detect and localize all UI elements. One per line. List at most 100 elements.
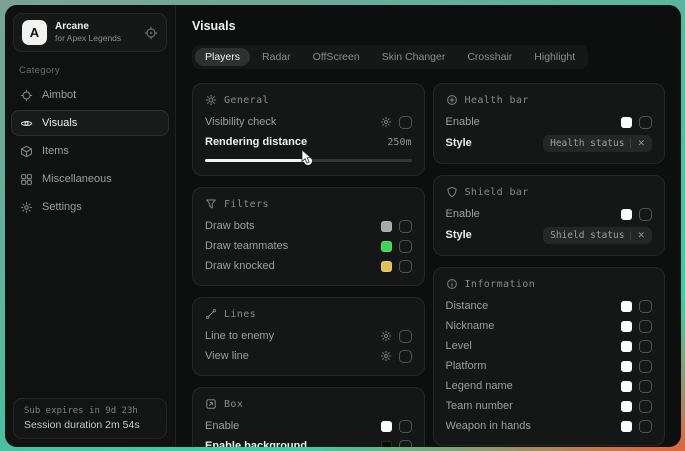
tab-radar[interactable]: Radar <box>252 48 301 66</box>
sidebar-item-miscellaneous[interactable]: Miscellaneous <box>11 166 169 192</box>
color-swatch-draw-knocked[interactable] <box>381 261 392 272</box>
row-controls <box>621 300 652 313</box>
row-settings-gear-icon[interactable] <box>380 350 392 362</box>
setting-label: Enable <box>446 116 480 128</box>
checkbox-line-to-enemy[interactable] <box>399 330 412 343</box>
setting-row-team-number: Team number <box>446 396 653 416</box>
color-swatch-team-number[interactable] <box>621 401 632 412</box>
checkbox-weapon-in-hands[interactable] <box>639 420 652 433</box>
setting-label: Legend name <box>446 380 513 392</box>
sub-expires-text: Sub expires in 9d 23h <box>24 406 156 416</box>
panel-columns: General Visibility check Rendering dista… <box>192 83 665 447</box>
sidebar-item-visuals[interactable]: Visuals <box>11 110 169 136</box>
tab-highlight[interactable]: Highlight <box>524 48 585 66</box>
color-swatch-legend-name[interactable] <box>621 381 632 392</box>
session-duration-text: Session duration 2m 54s <box>24 419 156 431</box>
app-name: Arcane <box>55 21 136 34</box>
setting-label: Style <box>446 229 472 241</box>
slider-rendering-distance[interactable] <box>205 159 412 162</box>
checkbox-draw-knocked[interactable] <box>399 260 412 273</box>
tab-offscreen[interactable]: OffScreen <box>303 48 370 66</box>
panel-header: Filters <box>205 197 412 211</box>
row-controls <box>381 420 412 433</box>
checkbox-visibility-check[interactable] <box>399 116 412 129</box>
panel-header: Lines <box>205 307 412 321</box>
panel-header: Box <box>205 397 412 411</box>
color-swatch-enable[interactable] <box>621 117 632 128</box>
color-swatch-enable-background[interactable] <box>381 441 392 448</box>
panel-general: General Visibility check Rendering dista… <box>192 83 425 176</box>
tab-skin-changer[interactable]: Skin Changer <box>372 48 456 66</box>
setting-row-view-line: View line <box>205 346 412 366</box>
sidebar-item-aimbot[interactable]: Aimbot <box>11 82 169 108</box>
box-icon <box>205 398 217 410</box>
page-title: Visuals <box>192 19 665 35</box>
target-icon[interactable] <box>144 26 158 40</box>
line-icon <box>205 308 217 320</box>
right-column: Health bar Enable Style Health status✕Sh… <box>433 83 666 446</box>
row-settings-gear-icon[interactable] <box>380 330 392 342</box>
color-swatch-draw-teammates[interactable] <box>381 241 392 252</box>
checkbox-enable[interactable] <box>639 116 652 129</box>
sidebar-item-items[interactable]: Items <box>11 138 169 164</box>
checkbox-legend-name[interactable] <box>639 380 652 393</box>
eye-icon <box>20 117 33 130</box>
checkbox-draw-bots[interactable] <box>399 220 412 233</box>
checkbox-distance[interactable] <box>639 300 652 313</box>
panel-title: General <box>224 95 269 106</box>
checkbox-level[interactable] <box>639 340 652 353</box>
color-swatch-enable[interactable] <box>621 209 632 220</box>
sidebar-nav: AimbotVisualsItemsMiscellaneousSettings <box>5 82 175 220</box>
crosshair-icon <box>20 89 33 102</box>
select-style[interactable]: Health status ✕ <box>543 135 652 152</box>
setting-label: Enable background <box>205 440 307 447</box>
setting-row-draw-bots: Draw bots <box>205 216 412 236</box>
row-controls <box>621 208 652 221</box>
tab-crosshair[interactable]: Crosshair <box>457 48 522 66</box>
color-swatch-distance[interactable] <box>621 301 632 312</box>
setting-label: Draw bots <box>205 220 255 232</box>
color-swatch-weapon-in-hands[interactable] <box>621 421 632 432</box>
row-settings-gear-icon[interactable] <box>380 116 392 128</box>
sun-icon <box>205 94 217 106</box>
row-controls <box>381 220 412 233</box>
color-swatch-platform[interactable] <box>621 361 632 372</box>
tag-close-icon[interactable]: ✕ <box>630 139 645 148</box>
slider-handle[interactable] <box>304 157 312 165</box>
row-controls: Health status ✕ <box>543 135 652 152</box>
setting-row-enable: Enable <box>446 204 653 224</box>
checkbox-draw-teammates[interactable] <box>399 240 412 253</box>
setting-row-line-to-enemy: Line to enemy <box>205 326 412 346</box>
sidebar-item-settings[interactable]: Settings <box>11 194 169 220</box>
setting-row-weapon-in-hands: Weapon in hands <box>446 416 653 436</box>
setting-label: Enable <box>446 208 480 220</box>
tag-label: Shield status <box>550 230 624 241</box>
setting-row-level: Level <box>446 336 653 356</box>
tag-label: Health status <box>550 138 624 149</box>
checkbox-enable[interactable] <box>639 208 652 221</box>
row-controls <box>621 420 652 433</box>
tag-close-icon[interactable]: ✕ <box>630 231 645 240</box>
checkbox-platform[interactable] <box>639 360 652 373</box>
setting-row-draw-knocked: Draw knocked <box>205 256 412 276</box>
color-swatch-nickname[interactable] <box>621 321 632 332</box>
color-swatch-draw-bots[interactable] <box>381 221 392 232</box>
setting-row-style: Style Health status✕ <box>446 132 653 154</box>
checkbox-team-number[interactable] <box>639 400 652 413</box>
checkbox-enable-background[interactable] <box>399 440 412 448</box>
tab-players[interactable]: Players <box>195 48 250 66</box>
checkbox-nickname[interactable] <box>639 320 652 333</box>
setting-label: Team number <box>446 400 513 412</box>
checkbox-view-line[interactable] <box>399 350 412 363</box>
row-controls <box>380 330 412 343</box>
health-icon <box>446 94 458 106</box>
color-swatch-level[interactable] <box>621 341 632 352</box>
setting-label: Draw knocked <box>205 260 275 272</box>
setting-label: Platform <box>446 360 487 372</box>
color-swatch-enable[interactable] <box>381 421 392 432</box>
select-style[interactable]: Shield status ✕ <box>543 227 652 244</box>
app-header-card: A Arcane for Apex Legends <box>13 13 167 52</box>
setting-label: Enable <box>205 420 239 432</box>
setting-row-rendering-distance: Rendering distance 250m <box>205 132 412 152</box>
checkbox-enable[interactable] <box>399 420 412 433</box>
